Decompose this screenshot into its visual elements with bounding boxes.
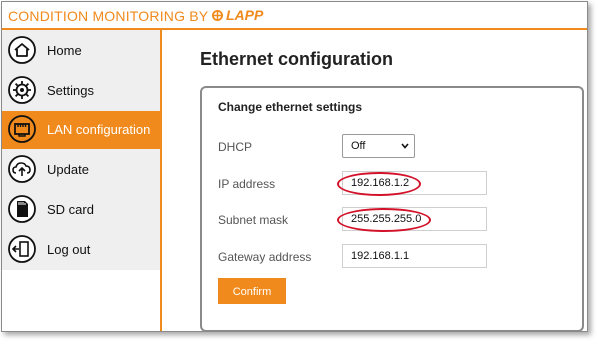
main-content: Ethernet configuration Change ethernet s… — [162, 30, 587, 331]
chevron-down-icon — [401, 143, 409, 149]
ethernet-settings-card: Change ethernet settings DHCP Off IP add… — [200, 86, 584, 331]
sidebar-item-label: SD card — [47, 202, 94, 217]
sidebar-item-label: Log out — [47, 242, 91, 257]
sidebar-item-label: Home — [47, 43, 82, 58]
dhcp-select-value: Off — [351, 140, 366, 152]
sidebar-item-label: Update — [47, 162, 89, 177]
sidebar-item-update[interactable]: Update — [2, 151, 160, 189]
cloud-upload-icon — [8, 155, 36, 183]
sidebar-item-label: LAN configuration — [47, 122, 151, 137]
dhcp-select[interactable]: Off — [342, 134, 415, 158]
gateway-address-label: Gateway address — [218, 250, 312, 264]
subnet-mask-field[interactable]: 255.255.255.0 — [342, 207, 487, 231]
lan-icon — [8, 115, 36, 143]
sidebar-item-log-out[interactable]: Log out — [2, 231, 160, 269]
dhcp-label: DHCP — [218, 140, 253, 154]
confirm-button[interactable]: Confirm — [218, 278, 286, 304]
sidebar-item-sd-card[interactable]: SD card — [2, 191, 160, 229]
home-icon — [8, 36, 36, 64]
sd-card-icon — [8, 195, 36, 223]
logo-text: LAPP — [226, 7, 264, 23]
ip-address-label: IP address — [218, 177, 276, 191]
page-title: Ethernet configuration — [200, 49, 393, 69]
sidebar-item-lan-configuration[interactable]: LAN configuration — [2, 111, 160, 149]
gateway-address-field[interactable]: 192.168.1.1 — [342, 244, 487, 268]
sidebar-item-label: Settings — [47, 83, 94, 98]
ip-address-field[interactable]: 192.168.1.2 — [342, 171, 487, 195]
lapp-logo: LAPP — [212, 7, 263, 23]
app-window: CONDITION MONITORING BY LAPP Home Settin… — [1, 1, 588, 332]
logout-icon — [8, 235, 36, 263]
sidebar-item-home[interactable]: Home — [2, 32, 160, 70]
lapp-logo-icon — [212, 10, 223, 21]
card-title: Change ethernet settings — [218, 100, 363, 114]
subnet-mask-label: Subnet mask — [218, 213, 289, 227]
top-bar: CONDITION MONITORING BY LAPP — [2, 2, 587, 30]
sidebar: Home Settings LAN configuration Update S… — [2, 30, 160, 270]
gear-icon — [8, 76, 36, 104]
brand-text: CONDITION MONITORING BY — [8, 8, 209, 24]
sidebar-item-settings[interactable]: Settings — [2, 72, 160, 110]
